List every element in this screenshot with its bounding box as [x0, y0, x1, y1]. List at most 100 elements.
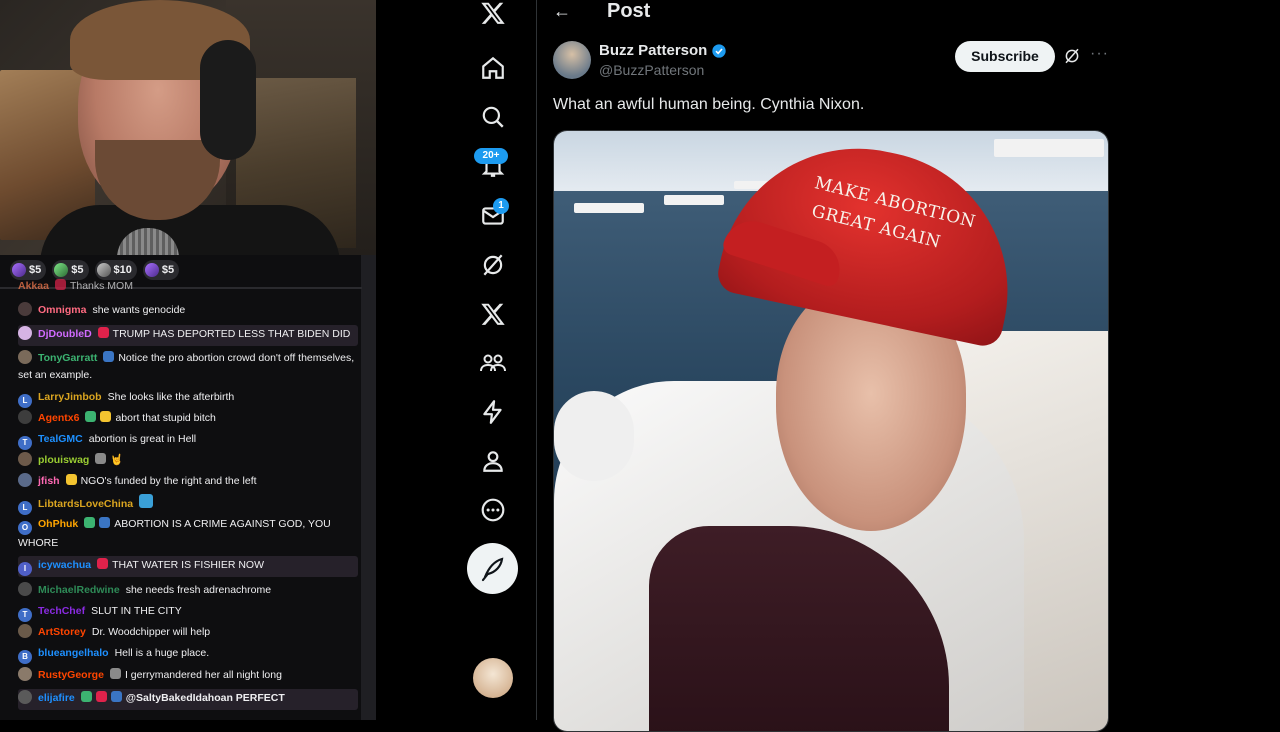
chat-text: she wants genocide — [92, 304, 186, 316]
boat — [664, 195, 724, 205]
avatar: T — [18, 436, 32, 450]
donation-badge[interactable]: $5 — [142, 260, 180, 280]
chat-username[interactable]: RustyGeorge — [38, 669, 104, 681]
chat-text: abort that stupid bitch — [115, 412, 216, 424]
chat-text: THAT WATER IS FISHIER NOW — [112, 559, 264, 571]
chat-text: abortion is great in Hell — [88, 433, 197, 445]
badge-icon — [80, 691, 92, 702]
more-options-icon[interactable]: ··· — [1090, 45, 1109, 63]
chat-message: Iicywachua THAT WATER IS FISHIER NOW — [18, 556, 358, 577]
lightning-bolt-icon[interactable] — [480, 399, 506, 430]
chat-username[interactable]: TonyGarratt — [38, 352, 97, 364]
avatar: B — [18, 650, 32, 664]
premium-x-icon[interactable] — [480, 301, 506, 332]
chat-username[interactable]: Akkaa — [18, 280, 49, 292]
author-avatar[interactable] — [553, 41, 591, 79]
chat-text: Dr. Woodchipper will help — [91, 626, 211, 638]
donation-badge[interactable]: $10 — [94, 260, 137, 280]
subscribe-button[interactable]: Subscribe — [955, 41, 1055, 72]
chat-username[interactable]: Omnigma — [38, 304, 86, 316]
chat-username[interactable]: elijafire — [38, 692, 75, 704]
post-image[interactable]: MAKE ABORTION GREAT AGAIN — [553, 130, 1109, 732]
boat — [574, 203, 644, 213]
avatar — [18, 473, 32, 487]
streamer-shirt — [40, 205, 340, 255]
account-avatar[interactable] — [473, 658, 513, 698]
avatar — [18, 350, 32, 364]
avatar: L — [18, 394, 32, 408]
avatar — [18, 452, 32, 466]
badge-icon — [65, 474, 77, 485]
chat-username[interactable]: MichaelRedwine — [38, 584, 120, 596]
boat — [994, 139, 1104, 157]
badge-icon — [84, 517, 96, 528]
chat-username[interactable]: DjDoubleD — [38, 328, 92, 340]
chat-username[interactable]: ArtStorey — [38, 626, 86, 638]
chat-message: Agentx6 abort that stupid bitch — [18, 410, 358, 427]
chat-username[interactable]: blueangelhalo — [38, 647, 109, 659]
chat-username[interactable]: OhPhuk — [38, 518, 78, 530]
chat-message: ArtStorey Dr. Woodchipper will help — [18, 624, 358, 641]
stream-chat: $5 $5 $10 $5 Akkaa Thanks MOM Omnigma she … — [0, 255, 376, 720]
chat-message: RustyGeorge I gerrymandered her all night… — [18, 667, 358, 684]
more-options-icon[interactable] — [480, 497, 506, 528]
chat-message: elijafire @SaltyBakedIdahoan PERFECT — [18, 689, 358, 710]
avatar — [18, 667, 32, 681]
chat-username[interactable]: LarryJimbob — [38, 391, 102, 403]
chat-scrollbar[interactable] — [361, 255, 376, 720]
chat-username[interactable]: jfish — [38, 475, 60, 487]
chat-username[interactable]: TealGMC — [38, 433, 83, 445]
chat-message: Bblueangelhalo Hell is a huge place. — [18, 645, 358, 664]
grok-icon[interactable] — [1063, 47, 1081, 65]
chat-text: Thanks MOM — [69, 280, 133, 292]
emote-icon — [139, 494, 154, 508]
chat-text: I gerrymandered her all night long — [124, 669, 282, 681]
chat-message: plouiswag 🤘 — [18, 452, 358, 469]
avatar: I — [18, 562, 32, 576]
grok-icon[interactable] — [480, 252, 506, 283]
post-text: What an awful human being. Cynthia Nixon… — [553, 96, 865, 113]
headset — [200, 40, 256, 160]
notifications-count-badge: 20+ — [474, 148, 508, 164]
x-logo-icon[interactable] — [479, 0, 507, 28]
badge-icon — [54, 279, 66, 290]
donation-badge[interactable]: $5 — [10, 260, 47, 280]
page-title: Post — [607, 0, 651, 22]
chat-username[interactable]: TechChef — [38, 605, 85, 617]
back-arrow-icon[interactable]: ← — [553, 1, 571, 22]
badge-icon — [95, 453, 107, 464]
chat-message: TonyGarratt Notice the pro abortion crowd… — [18, 350, 358, 384]
author-name[interactable]: Buzz Patterson — [599, 42, 707, 59]
donation-amount: $10 — [113, 264, 132, 276]
donor-icon — [54, 263, 69, 277]
badge-icon — [97, 558, 109, 569]
right-gutter — [1123, 0, 1280, 720]
compose-post-button[interactable] — [467, 543, 518, 594]
badge-icon — [100, 411, 112, 422]
badge-icon — [110, 691, 122, 702]
communities-icon[interactable] — [479, 350, 507, 381]
chat-username[interactable]: icywachua — [38, 559, 91, 571]
chat-text: she needs fresh adrenachrome — [125, 584, 272, 596]
donor-icon — [12, 263, 26, 277]
chat-username[interactable]: LibtardsLoveChina — [38, 498, 133, 510]
chat-username[interactable]: plouiswag — [38, 454, 89, 466]
chat-text: SLUT IN THE CITY — [91, 605, 182, 617]
donation-badge[interactable]: $5 — [52, 260, 89, 280]
avatar — [18, 690, 32, 704]
profile-icon[interactable] — [480, 448, 506, 479]
messages-count-badge: 1 — [493, 198, 509, 214]
chat-message: MichaelRedwine she needs fresh adrenachro… — [18, 582, 358, 599]
home-icon[interactable] — [480, 55, 506, 86]
donation-amount: $5 — [71, 264, 84, 276]
x-sidebar — [376, 0, 536, 720]
chat-text: @SaltyBakedIdahoan PERFECT — [125, 692, 285, 704]
author-handle[interactable]: @BuzzPatterson — [599, 62, 704, 78]
search-icon[interactable] — [480, 104, 506, 135]
chat-message: jfish NGO's funded by the right and the l… — [18, 473, 358, 490]
badge-icon — [109, 668, 121, 679]
avatar: O — [18, 521, 32, 535]
chat-message: T TechChef SLUT IN THE CITY — [18, 603, 358, 622]
verified-badge-icon — [712, 44, 726, 58]
chat-username[interactable]: Agentx6 — [38, 412, 79, 424]
